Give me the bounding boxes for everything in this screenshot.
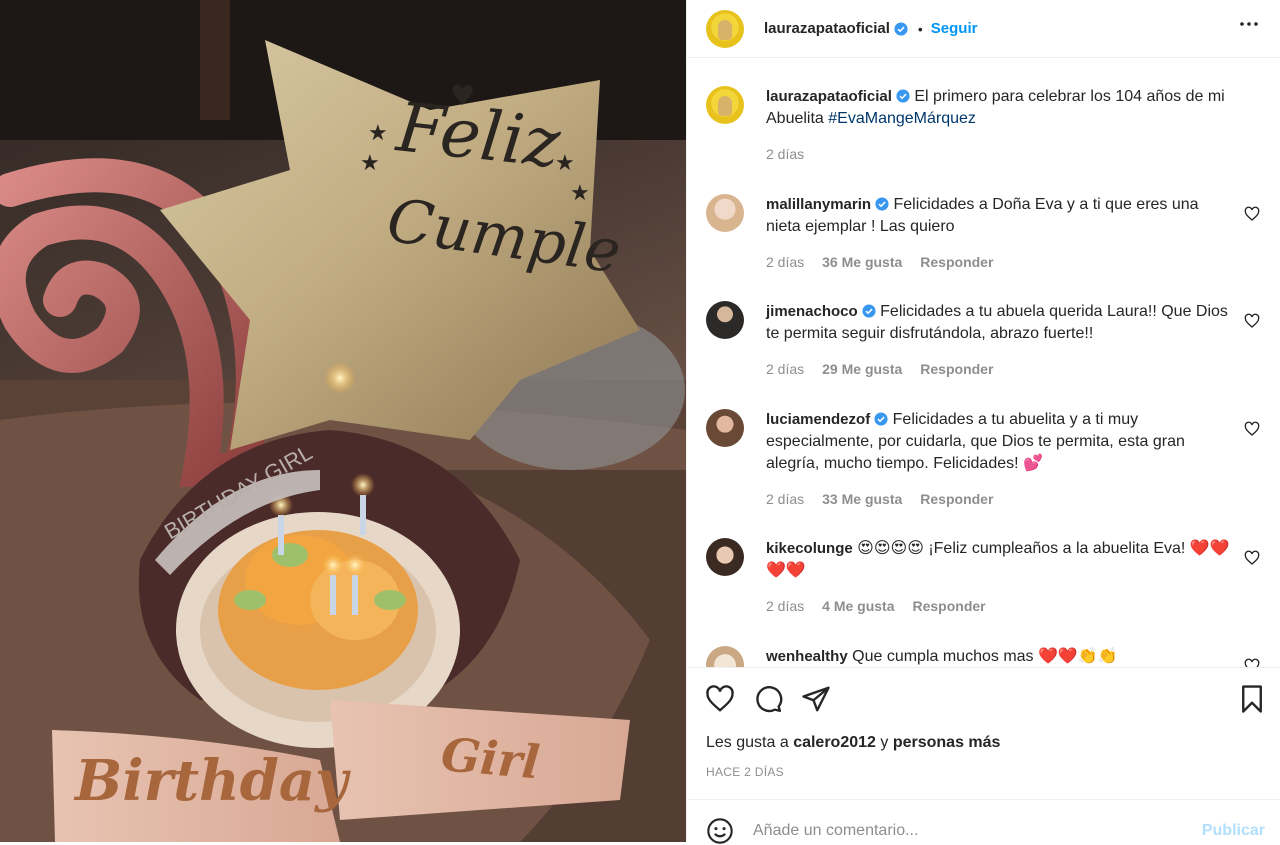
- comment-likes[interactable]: 33 Me gusta: [822, 491, 902, 507]
- share-send-icon[interactable]: [801, 684, 831, 714]
- reply-button[interactable]: Responder: [920, 491, 993, 507]
- sash-text-word2: Girl: [439, 727, 542, 789]
- likes-prefix: Les gusta a: [706, 734, 789, 751]
- like-comment-heart-icon[interactable]: [1244, 421, 1260, 437]
- caption-hashtag[interactable]: #EvaMangeMárquez: [828, 110, 976, 127]
- comment-text: luciamendezof Felicidades a tu abuelita …: [766, 409, 1236, 475]
- comment-avatar[interactable]: [706, 538, 744, 576]
- comment-username[interactable]: wenhealthy: [766, 648, 848, 665]
- post-side-panel: laurazapataoficial • Seguir laurazapatao…: [686, 0, 1280, 845]
- svg-text:★: ★: [360, 151, 380, 176]
- comment-text: kikecolunge 😍😍😍😍 ¡Feliz cumpleaños a la …: [766, 538, 1236, 582]
- caption-meta: 2 días: [766, 146, 804, 162]
- sash-text-word1: Birthday: [73, 748, 351, 814]
- like-heart-icon[interactable]: [705, 684, 735, 714]
- comment-likes[interactable]: 29 Me gusta: [822, 361, 902, 377]
- like-comment-heart-icon[interactable]: [1244, 550, 1260, 566]
- post-header: laurazapataoficial • Seguir: [687, 0, 1280, 58]
- comment-avatar[interactable]: [706, 194, 744, 232]
- emoji-smile-icon[interactable]: [706, 817, 734, 845]
- likes-others[interactable]: personas más: [893, 734, 1001, 751]
- comment-meta: 2 días 33 Me gusta Responder: [766, 491, 993, 507]
- comment-username[interactable]: malillanymarin: [766, 196, 871, 213]
- comment-username[interactable]: luciamendezof: [766, 411, 870, 428]
- more-horizontal-icon[interactable]: [1237, 12, 1261, 36]
- comments-list[interactable]: laurazapataoficial El primero para celeb…: [687, 58, 1280, 667]
- comment-time[interactable]: 2 días: [766, 361, 804, 377]
- comment-likes[interactable]: 36 Me gusta: [822, 254, 902, 270]
- author-avatar[interactable]: [706, 9, 744, 48]
- likes-conj: y: [880, 734, 889, 751]
- post-timestamp[interactable]: HACE 2 DÍAS: [706, 765, 784, 779]
- comment-username[interactable]: jimenachoco: [766, 303, 858, 320]
- liked-by-user[interactable]: calero2012: [793, 734, 876, 751]
- caption-time[interactable]: 2 días: [766, 146, 804, 162]
- reply-button[interactable]: Responder: [920, 254, 993, 270]
- comment-input[interactable]: [753, 818, 1183, 844]
- verified-badge-icon: [862, 304, 876, 318]
- verified-badge-icon: [874, 412, 888, 426]
- post-actions: Les gusta a calero2012 y personas más HA…: [687, 667, 1280, 845]
- separator-dot: •: [917, 20, 923, 37]
- comment-time[interactable]: 2 días: [766, 598, 804, 614]
- comment-time[interactable]: 2 días: [766, 254, 804, 270]
- comment-avatar[interactable]: [706, 301, 744, 339]
- likes-summary[interactable]: Les gusta a calero2012 y personas más: [706, 734, 1000, 752]
- comment-avatar[interactable]: [706, 646, 744, 667]
- svg-text:★: ★: [368, 121, 388, 146]
- photo-illustration: Feliz Cumple ★ ★ ★ ★ ♥ BIRTHDAY GIRL Bir…: [0, 0, 686, 842]
- verified-badge-icon: [894, 21, 908, 36]
- reply-button[interactable]: Responder: [913, 598, 986, 614]
- reply-button[interactable]: Responder: [920, 361, 993, 377]
- svg-text:♥: ♥: [450, 79, 475, 112]
- comment-meta: 2 días 29 Me gusta Responder: [766, 361, 993, 377]
- comment-text: malillanymarin Felicidades a Doña Eva y …: [766, 194, 1236, 238]
- caption-username[interactable]: laurazapataoficial: [766, 88, 892, 105]
- post-photo[interactable]: Feliz Cumple ★ ★ ★ ★ ♥ BIRTHDAY GIRL Bir…: [0, 0, 686, 842]
- comment-bubble-icon[interactable]: [753, 684, 783, 714]
- caption-avatar[interactable]: [706, 86, 744, 124]
- verified-badge-icon: [875, 197, 889, 211]
- comment-text: wenhealthy Que cumpla muchos mas ❤️❤️👏👏: [766, 646, 1236, 667]
- add-comment-bar: Publicar: [687, 799, 1280, 845]
- svg-text:★: ★: [555, 151, 575, 176]
- instagram-post-modal: Feliz Cumple ★ ★ ★ ★ ♥ BIRTHDAY GIRL Bir…: [0, 0, 1280, 845]
- comment-avatar[interactable]: [706, 409, 744, 447]
- like-comment-heart-icon[interactable]: [1244, 206, 1260, 222]
- comment-body: Que cumpla muchos mas ❤️❤️👏👏: [852, 648, 1118, 665]
- comment-likes[interactable]: 4 Me gusta: [822, 598, 894, 614]
- like-comment-heart-icon[interactable]: [1244, 313, 1260, 329]
- publish-button[interactable]: Publicar: [1202, 822, 1265, 840]
- comment-username[interactable]: kikecolunge: [766, 540, 853, 557]
- save-bookmark-icon[interactable]: [1237, 684, 1267, 714]
- caption-text: laurazapataoficial El primero para celeb…: [766, 86, 1236, 130]
- follow-button[interactable]: Seguir: [931, 20, 978, 37]
- like-comment-heart-icon[interactable]: [1244, 658, 1260, 667]
- comment-meta: 2 días 36 Me gusta Responder: [766, 254, 993, 270]
- comment-text: jimenachoco Felicidades a tu abuela quer…: [766, 301, 1236, 345]
- comment-time[interactable]: 2 días: [766, 491, 804, 507]
- comment-meta: 2 días 4 Me gusta Responder: [766, 598, 986, 614]
- author-username[interactable]: laurazapataoficial: [764, 20, 890, 37]
- verified-badge-icon: [896, 89, 910, 103]
- svg-text:★: ★: [570, 181, 590, 206]
